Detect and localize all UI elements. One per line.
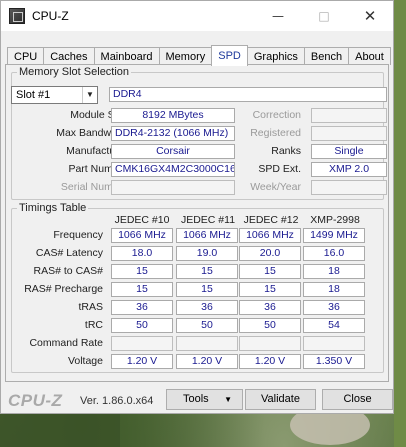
timing-value-cell: 50 xyxy=(176,318,238,333)
timing-value-cell: 1499 MHz xyxy=(303,228,365,243)
timings-col-header: JEDEC #12 xyxy=(243,214,299,226)
cpuz-window: CPU-Z — □ ✕ CPU Caches Mainboard Memory … xyxy=(0,0,394,414)
close-window-button[interactable]: ✕ xyxy=(347,1,393,31)
timing-value-cell: 1066 MHz xyxy=(111,228,173,243)
timing-value-cell: 16.0 xyxy=(303,246,365,261)
footer-bar: CPU-Z Ver. 1.86.0.x64 Tools ▼ Validate C… xyxy=(0,387,394,413)
tab-caches[interactable]: Caches xyxy=(43,47,95,65)
timing-value-cell: 1.20 V xyxy=(239,354,301,369)
timing-row-label: RAS# to CAS# xyxy=(33,265,103,277)
timing-value-cell: 1.20 V xyxy=(111,354,173,369)
timings-legend: Timings Table xyxy=(17,202,89,214)
timing-value-cell: 50 xyxy=(111,318,173,333)
timing-value-cell: 18.0 xyxy=(111,246,173,261)
serial-number-value xyxy=(111,180,235,195)
timing-value-cell: 15 xyxy=(239,282,301,297)
tab-memory[interactable]: Memory xyxy=(158,47,213,65)
correction-label: Correction xyxy=(252,109,301,121)
tab-about[interactable]: About xyxy=(348,47,391,65)
slot-select[interactable]: Slot #1 ▼ xyxy=(11,86,98,104)
maximize-button[interactable]: □ xyxy=(301,1,347,31)
module-size-value: 8192 MBytes xyxy=(111,108,235,123)
timing-row-label: Frequency xyxy=(53,229,103,241)
timing-value-cell: 36 xyxy=(176,300,238,315)
correction-value xyxy=(311,108,387,123)
timing-row-label: tRC xyxy=(84,319,103,331)
timing-value-cell: 1066 MHz xyxy=(176,228,238,243)
timing-row-label: Voltage xyxy=(67,355,103,367)
window-title: CPU-Z xyxy=(32,9,69,23)
memory-slot-legend: Memory Slot Selection xyxy=(17,66,132,78)
timing-value-cell: 36 xyxy=(111,300,173,315)
background-edge xyxy=(394,0,406,447)
validate-button[interactable]: Validate xyxy=(245,389,316,410)
week-year-value xyxy=(311,180,387,195)
chevron-down-icon: ▼ xyxy=(224,395,232,404)
tab-cpu[interactable]: CPU xyxy=(7,47,45,65)
timing-value-cell xyxy=(111,336,173,351)
timings-col-header: JEDEC #10 xyxy=(114,214,170,226)
timing-value-cell: 15 xyxy=(111,282,173,297)
timing-value-cell: 18 xyxy=(303,282,365,297)
tab-bench[interactable]: Bench xyxy=(303,47,350,65)
part-number-value: CMK16GX4M2C3000C16 xyxy=(111,162,235,177)
timing-value-cell: 1.350 V xyxy=(303,354,365,369)
background-shadow xyxy=(0,410,120,447)
memory-type-field: DDR4 xyxy=(109,87,387,102)
timing-value-cell: 15 xyxy=(176,264,238,279)
minimize-button[interactable]: — xyxy=(255,1,301,31)
timings-col-header: JEDEC #11 xyxy=(180,214,236,226)
title-bar[interactable]: CPU-Z — □ ✕ xyxy=(1,1,393,31)
ranks-value: Single xyxy=(311,144,387,159)
ranks-label: Ranks xyxy=(271,145,301,157)
max-bandwidth-value: DDR4-2132 (1066 MHz) xyxy=(111,126,235,141)
timing-value-cell: 1066 MHz xyxy=(239,228,301,243)
timing-row-label: tRAS xyxy=(78,301,103,313)
timing-value-cell: 1.20 V xyxy=(176,354,238,369)
week-year-label: Week/Year xyxy=(250,181,301,193)
chevron-down-icon[interactable]: ▼ xyxy=(82,87,97,103)
timing-value-cell: 15 xyxy=(111,264,173,279)
timing-value-cell: 36 xyxy=(239,300,301,315)
spd-ext-value: XMP 2.0 xyxy=(311,162,387,177)
timing-value-cell: 36 xyxy=(303,300,365,315)
tools-button[interactable]: Tools ▼ xyxy=(166,389,243,410)
cpuz-app-icon xyxy=(9,8,25,24)
timing-value-cell: 20.0 xyxy=(239,246,301,261)
cpuz-brand-logo: CPU-Z xyxy=(8,391,63,410)
close-button[interactable]: Close xyxy=(322,389,393,410)
tab-spd[interactable]: SPD xyxy=(211,45,248,66)
manufacturer-value: Corsair xyxy=(111,144,235,159)
tab-bar: CPU Caches Mainboard Memory SPD Graphics… xyxy=(7,45,391,66)
timings-col-header: XMP-2998 xyxy=(310,214,360,226)
timing-value-cell xyxy=(239,336,301,351)
timing-row-label: Command Rate xyxy=(29,337,103,349)
timing-value-cell: 15 xyxy=(239,264,301,279)
timing-value-cell: 54 xyxy=(303,318,365,333)
registered-label: Registered xyxy=(250,127,301,139)
version-text: Ver. 1.86.0.x64 xyxy=(80,395,154,407)
tab-graphics[interactable]: Graphics xyxy=(246,47,305,65)
timing-value-cell xyxy=(303,336,365,351)
tab-mainboard[interactable]: Mainboard xyxy=(93,47,160,65)
timing-row-label: CAS# Latency xyxy=(35,247,103,259)
spd-ext-label: SPD Ext. xyxy=(258,163,301,175)
timing-value-cell: 15 xyxy=(176,282,238,297)
timing-value-cell: 50 xyxy=(239,318,301,333)
timing-row-label: RAS# Precharge xyxy=(24,283,103,295)
registered-value xyxy=(311,126,387,141)
timing-value-cell: 19.0 xyxy=(176,246,238,261)
timing-value-cell: 18 xyxy=(303,264,365,279)
timing-value-cell xyxy=(176,336,238,351)
